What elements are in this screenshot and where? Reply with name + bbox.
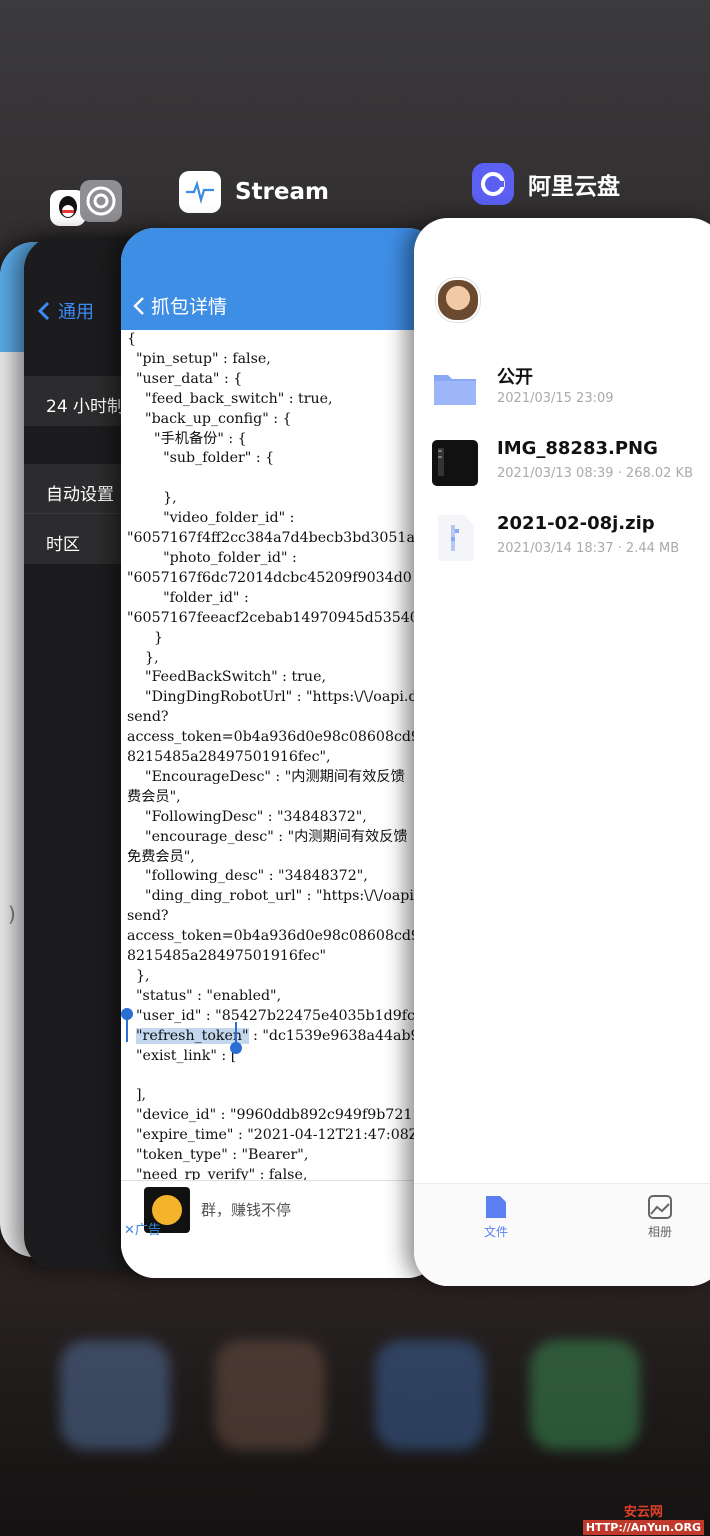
file-tab-icon <box>486 1196 506 1218</box>
blurred-dock-icon <box>375 1340 485 1450</box>
tab-album[interactable]: 相册 <box>630 1194 690 1240</box>
packet-json-body[interactable]: { "pin_setup" : false, "user_data" : { "… <box>127 330 427 1180</box>
stream-back-button[interactable]: 抓包详情 <box>133 292 227 319</box>
json-line: "DingDingRobotUrl" : "https:\/\/oapi.d <box>127 689 418 706</box>
json-line <box>127 1067 427 1087</box>
blurred-dock-icon <box>215 1340 325 1450</box>
selection-end-bar <box>235 1022 237 1044</box>
json-line: "ding_ding_robot_url" : "https:\/\/oapi <box>127 888 414 905</box>
tab-files[interactable]: 文件 <box>466 1194 526 1240</box>
album-tab-icon <box>648 1195 672 1219</box>
json-line: "user_id" : "85427b22475e4035b1d9fc4 <box>127 1007 424 1024</box>
ad-close-tag[interactable]: ✕广告 <box>124 1219 161 1238</box>
json-line: "FeedBackSwitch" : true, <box>127 669 326 686</box>
watermark-line2: HTTP://AnYun.ORG <box>582 1520 704 1535</box>
settings-row-label: 自动设置 <box>46 485 114 505</box>
aliyun-tab-bar: 文件 相册 <box>414 1183 710 1286</box>
json-line: "feed_back_switch" : true, <box>127 390 333 407</box>
aliyun-app-label[interactable]: 阿里云盘 <box>472 163 620 205</box>
settings-back-button[interactable]: 通用 <box>38 298 94 324</box>
image-file-icon <box>432 440 478 486</box>
json-line: "token_type" : "Bearer", <box>127 1147 309 1164</box>
settings-row-label: 24 小时制 <box>46 397 125 417</box>
json-line: }, <box>127 968 150 984</box>
json-line: "pin_setup" : false, <box>127 350 271 367</box>
json-line: send? <box>127 709 169 726</box>
stream-app-label[interactable]: Stream <box>179 171 329 213</box>
json-line: "EncourageDesc" : "内测期间有效反馈 <box>127 768 405 785</box>
ad-banner[interactable]: 群，赚钱不停 ✕广告 <box>121 1180 441 1278</box>
json-line: 8215485a28497501916fec", <box>127 749 331 766</box>
stream-nav-bar: 抓包详情 <box>121 228 441 330</box>
json-line: "folder_id" : <box>127 589 249 606</box>
selection-start-bar <box>126 1014 128 1042</box>
stream-page-title: 抓包详情 <box>151 296 228 318</box>
file-row-zip[interactable]: 2021-02-08j.zip 2021/03/14 18:37 · 2.44 … <box>432 513 710 573</box>
file-name: IMG_88283.PNG <box>497 438 658 459</box>
json-line: "6057167f4ff2cc384a7d4becb3bd3051a <box>127 530 415 547</box>
file-name: 公开 <box>497 367 533 388</box>
qq-card-fragment: ) <box>8 902 16 926</box>
aliyun-app-name: 阿里云盘 <box>528 174 620 200</box>
json-line: "sub_folder" : { <box>127 450 275 467</box>
json-line <box>127 469 427 489</box>
watermark-line1: 安云网 <box>623 1505 663 1520</box>
json-line: 免费会员", <box>127 848 195 865</box>
json-line: "photo_folder_id" : <box>127 549 297 566</box>
stream-app-name: Stream <box>235 179 329 205</box>
json-line: "6057167feeacf2cebab14970945d53540 <box>127 609 419 626</box>
stream-app-icon <box>179 171 221 213</box>
ad-text: 群，赚钱不停 <box>201 1201 292 1219</box>
json-line: }, <box>127 490 177 507</box>
json-line: "user_data" : { <box>127 370 243 387</box>
json-line: send? <box>127 908 169 925</box>
json-line: ], <box>127 1087 147 1104</box>
settings-back-label: 通用 <box>58 302 94 323</box>
blurred-dock-icon <box>530 1340 640 1450</box>
avatar[interactable] <box>436 278 480 322</box>
json-line: "exist_link" : [ <box>127 1047 237 1064</box>
file-meta: 2021/03/13 08:39 · 268.02 KB <box>497 466 693 481</box>
tab-album-label: 相册 <box>647 1225 672 1239</box>
json-line: 费会员", <box>127 788 181 805</box>
json-line: "need_rp_verify" : false, <box>127 1167 308 1180</box>
zip-file-icon <box>438 515 474 561</box>
json-line: "FollowingDesc" : "34848372", <box>127 808 367 825</box>
blurred-dock-icon <box>60 1340 170 1450</box>
json-line: access_token=0b4a936d0e98c08608cd9 <box>127 928 421 945</box>
settings-row-label: 时区 <box>46 535 80 555</box>
json-line: } <box>127 629 164 646</box>
folder-icon <box>434 375 476 405</box>
json-line: "expire_time" : "2021-04-12T21:47:08Z <box>127 1127 419 1144</box>
settings-app-icon[interactable] <box>80 180 122 222</box>
json-line: "encourage_desc" : "内测期间有效反馈 <box>127 828 408 845</box>
file-name: 2021-02-08j.zip <box>497 513 655 534</box>
aliyun-app-card[interactable]: 公开 2021/03/15 23:09 IMG_88283.PNG 2021/0… <box>414 218 710 1286</box>
json-line: }, <box>127 649 159 666</box>
file-row-image[interactable]: IMG_88283.PNG 2021/03/13 08:39 · 268.02 … <box>432 438 710 498</box>
chevron-left-icon <box>38 301 50 321</box>
stream-app-card[interactable]: 抓包详情 { "pin_setup" : false, "user_data" … <box>121 228 441 1278</box>
aliyun-app-icon <box>472 163 514 205</box>
selection-end-handle[interactable] <box>230 1042 242 1054</box>
json-line: "following_desc" : "34848372", <box>127 868 368 885</box>
json-line: "6057167f6dc72014dcbc45209f9034d0 <box>127 569 412 586</box>
json-line: "device_id" : "9960ddb892c949f9b7211 <box>127 1107 422 1124</box>
json-line: 8215485a28497501916fec" <box>127 948 327 965</box>
json-line: access_token=0b4a936d0e98c08608cd9 <box>127 729 421 746</box>
chevron-left-icon <box>133 296 144 315</box>
json-line: "手机备份" : { <box>127 430 247 447</box>
site-watermark: 安云网 HTTP://AnYun.ORG <box>582 1505 704 1535</box>
file-meta: 2021/03/15 23:09 <box>497 391 614 406</box>
file-meta: 2021/03/14 18:37 · 2.44 MB <box>497 541 680 556</box>
selected-text[interactable]: "refresh_token" <box>136 1027 249 1044</box>
json-line: { <box>127 331 137 347</box>
file-row-folder[interactable]: 公开 2021/03/15 23:09 <box>432 363 710 423</box>
json-line: "status" : "enabled", <box>127 987 282 1004</box>
json-line: "back_up_config" : { <box>127 410 292 427</box>
json-line: "video_folder_id" : <box>127 510 295 527</box>
tab-files-label: 文件 <box>483 1225 508 1239</box>
json-line: "refresh_token" : "dc1539e9638a44ab9 <box>136 1027 420 1044</box>
